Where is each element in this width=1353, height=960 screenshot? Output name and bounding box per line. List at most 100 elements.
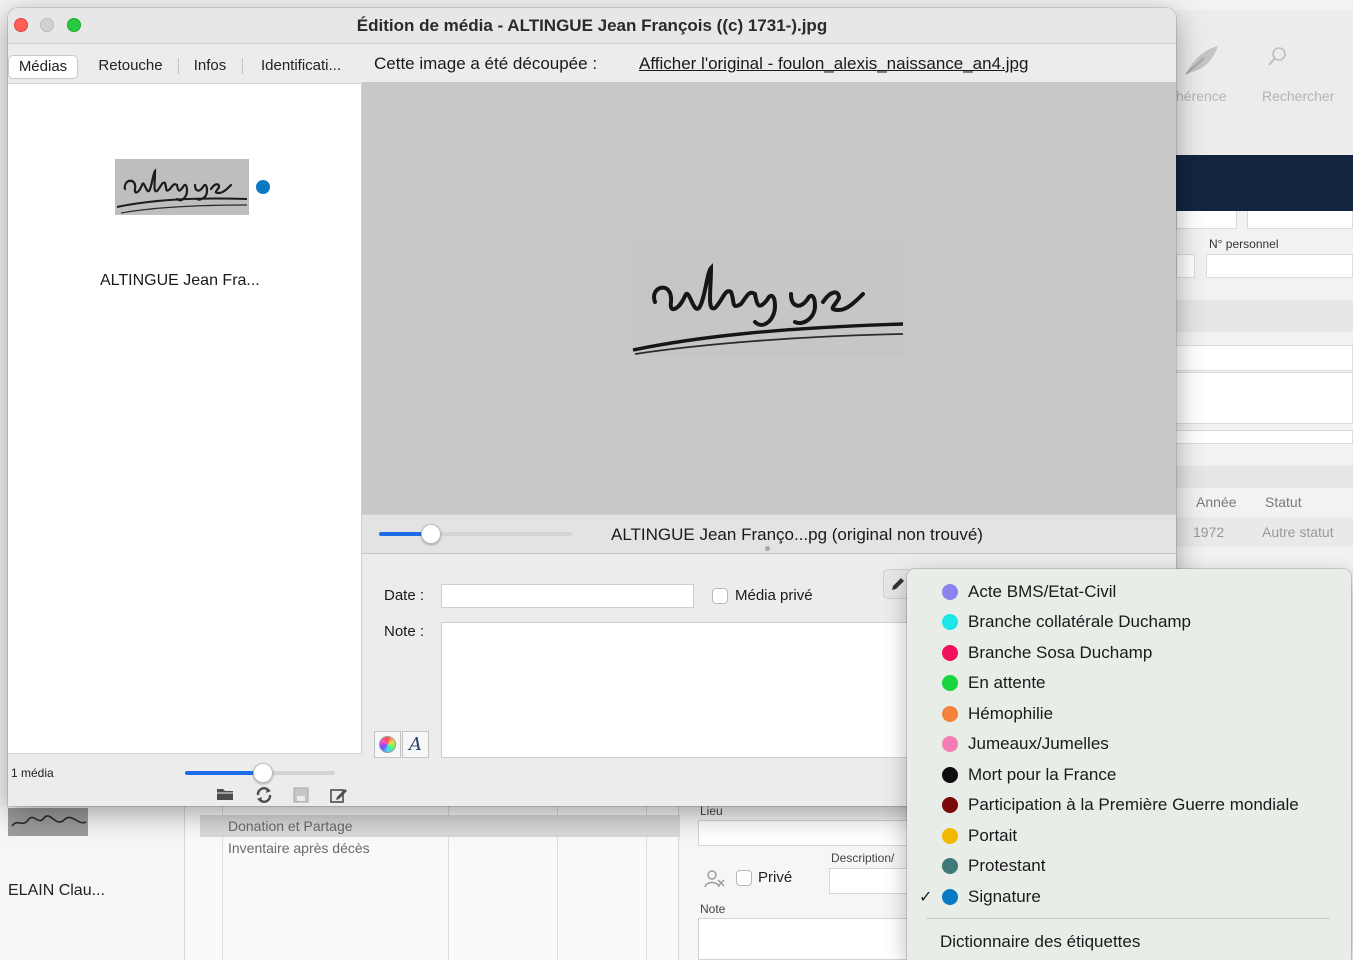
splitter-handle[interactable] [765, 546, 770, 551]
font-icon: A [409, 734, 422, 755]
menu-item-tag[interactable]: Branche collatérale Duchamp [907, 607, 1351, 637]
tab-medias[interactable]: Médias [8, 55, 78, 79]
background-note-field[interactable] [698, 918, 908, 960]
media-list-footer: 1 média [8, 753, 362, 806]
color-wheel-icon [379, 736, 396, 753]
slider-knob[interactable] [421, 524, 442, 544]
description-label: Description/ [831, 851, 895, 865]
column-header-status[interactable]: Statut [1265, 494, 1302, 510]
personal-number-field[interactable] [1206, 254, 1353, 278]
pencil-icon [890, 578, 906, 596]
slider-knob[interactable] [253, 763, 273, 783]
tab-bar: Médias Retouche Infos Identificati... [8, 44, 362, 84]
background-media-thumbnail[interactable] [8, 808, 88, 836]
text-color-button[interactable] [374, 731, 401, 758]
tag-color-dot [942, 675, 958, 691]
media-thumbnail-name[interactable]: ALTINGUE Jean Fra... [100, 272, 260, 290]
folder-icon[interactable] [216, 787, 234, 805]
save-icon[interactable] [293, 787, 309, 806]
tag-color-dot [942, 706, 958, 722]
thumbnail-size-slider[interactable] [185, 763, 335, 783]
background-note-label: Note [700, 902, 726, 916]
tag-color-dot [942, 645, 958, 661]
menu-item-tag[interactable]: Participation à la Première Guerre mondi… [907, 790, 1351, 820]
menu-item-label: Branche Sosa Duchamp [968, 643, 1153, 662]
event-inventory[interactable]: Inventaire après décès [228, 840, 370, 856]
crop-info-label: Cette image a été découpée : [374, 54, 598, 73]
date-label: Date : [384, 587, 425, 604]
menu-item-label: Participation à la Première Guerre mondi… [968, 795, 1299, 814]
place-field[interactable] [698, 820, 908, 846]
menu-item-tag[interactable]: Mort pour la France [907, 760, 1351, 790]
media-thumbnail[interactable] [115, 159, 249, 215]
personal-number-label: N° personnel [1209, 237, 1279, 251]
tab-separator [242, 58, 243, 74]
background-field[interactable] [1176, 211, 1237, 229]
tag-color-dot [942, 797, 958, 813]
background-stripe [1176, 300, 1353, 332]
date-field[interactable] [441, 584, 694, 608]
search-icon[interactable] [1266, 46, 1288, 73]
menu-item-tag[interactable]: Portait [907, 821, 1351, 851]
media-list-panel: Médias Retouche Infos Identificati... AL… [8, 44, 362, 806]
tag-color-dot [942, 858, 958, 874]
background-stripe [1176, 466, 1353, 488]
tag-dictionary-menu-item[interactable]: Dictionnaire des étiquettes [940, 932, 1140, 952]
tag-color-dot [942, 584, 958, 600]
menu-item-label: Portait [968, 826, 1018, 845]
menu-item-tag[interactable]: Acte BMS/Etat-Civil [907, 577, 1351, 607]
description-field[interactable] [829, 868, 909, 894]
menu-separator [926, 918, 1330, 919]
tab-retouche[interactable]: Retouche [88, 55, 173, 79]
screen: hérence Rechercher N° personnel Année St… [0, 0, 1353, 960]
private-media-checkbox[interactable] [712, 588, 728, 604]
refresh-icon[interactable] [255, 787, 273, 806]
tab-identification[interactable]: Identificati... [251, 55, 351, 79]
tab-separator [178, 58, 179, 74]
tab-infos[interactable]: Infos [186, 55, 234, 79]
note-field[interactable] [441, 622, 921, 758]
background-field[interactable] [1247, 211, 1353, 229]
note-label: Note : [384, 623, 425, 640]
menu-item-label: Branche collatérale Duchamp [968, 612, 1192, 631]
menu-item-tag[interactable]: Protestant [907, 851, 1351, 881]
menu-item-tag[interactable]: Hémophilie [907, 699, 1351, 729]
signature-tag-dot [256, 180, 270, 194]
image-viewer[interactable] [362, 82, 1176, 514]
feather-icon[interactable] [1182, 42, 1222, 83]
background-field[interactable] [1176, 254, 1195, 278]
tag-menu: Acte BMS/Etat-Civil Branche collatérale … [907, 569, 1351, 960]
private-person-icon [704, 869, 726, 894]
title-bar[interactable]: Édition de média - ALTINGUE Jean Françoi… [8, 8, 1176, 44]
signature-image[interactable] [631, 242, 905, 356]
background-field[interactable] [1176, 345, 1353, 371]
menu-item-label: Jumeaux/Jumelles [968, 734, 1109, 753]
viewer-zoom-bar: ALTINGUE Jean Franço...pg (original non … [362, 514, 1176, 554]
event-donation[interactable]: Donation et Partage [228, 818, 353, 834]
font-button[interactable]: A [402, 731, 429, 758]
menu-item-label: Hémophilie [968, 704, 1054, 723]
crop-info-bar: Cette image a été découpée : Afficher l'… [362, 44, 1176, 82]
menu-item-tag[interactable]: Branche Sosa Duchamp [907, 638, 1351, 668]
show-original-link[interactable]: Afficher l'original - foulon_alexis_nais… [639, 54, 1028, 74]
menu-item-label: Protestant [968, 856, 1046, 875]
edit-note-icon[interactable] [330, 787, 348, 806]
background-field[interactable] [1176, 372, 1353, 424]
cell-year: 1972 [1193, 524, 1225, 540]
background-private-label: Privé [758, 869, 793, 886]
menu-item-tag[interactable]: ✓ Signature [907, 882, 1351, 912]
tag-color-dot [942, 736, 958, 752]
menu-item-tag[interactable]: En attente [907, 668, 1351, 698]
menu-item-label: Mort pour la France [968, 765, 1117, 784]
background-field[interactable] [1176, 430, 1353, 444]
menu-checkmark: ✓ [919, 889, 933, 906]
column-header-year[interactable]: Année [1196, 494, 1236, 510]
menu-item-tag[interactable]: Jumeaux/Jumelles [907, 729, 1351, 759]
toolbar-coherence-label[interactable]: hérence [1176, 88, 1227, 104]
background-private-checkbox[interactable] [736, 870, 752, 886]
toolbar-search-label[interactable]: Rechercher [1262, 88, 1334, 104]
background-person-name[interactable]: ELAIN Clau... [8, 882, 105, 900]
viewer-zoom-slider[interactable] [379, 524, 572, 544]
cell-status: Autre statut [1262, 524, 1334, 540]
window-title: Édition de média - ALTINGUE Jean Françoi… [356, 16, 828, 35]
